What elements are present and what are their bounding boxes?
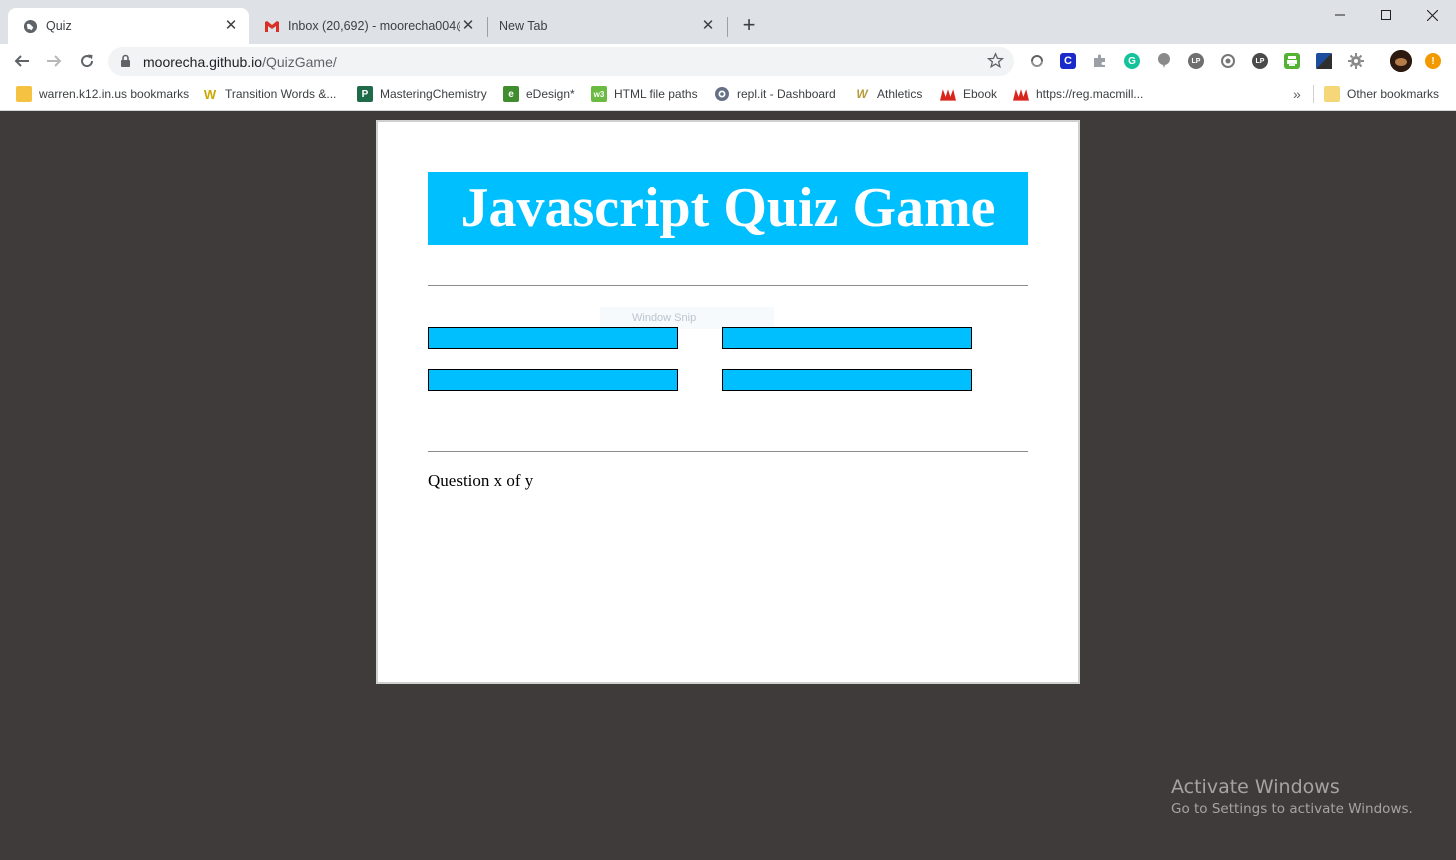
bookmark-item[interactable]: W Athletics bbox=[854, 85, 922, 103]
forward-button[interactable] bbox=[41, 48, 67, 74]
tab-quiz[interactable]: Quiz ✕ bbox=[8, 8, 249, 44]
quiz-container: Javascript Quiz Game Window Snip Questio… bbox=[376, 120, 1080, 684]
tab-strip: Quiz ✕ Inbox (20,692) - moorecha004@v ✕ … bbox=[0, 0, 1456, 44]
tab-new[interactable]: New Tab ✕ bbox=[488, 8, 726, 44]
bookmark-label: Ebook bbox=[963, 87, 998, 101]
avatar-icon[interactable] bbox=[1390, 50, 1412, 72]
replit-icon bbox=[714, 86, 730, 102]
bookmark-label: Other bookmarks bbox=[1347, 87, 1440, 101]
bookmark-label: MasteringChemistry bbox=[380, 87, 487, 101]
bookmark-item[interactable]: W Transition Words &... bbox=[202, 85, 336, 103]
bookmark-label: HTML file paths bbox=[614, 87, 698, 101]
url-path: /QuizGame/ bbox=[262, 54, 337, 70]
new-tab-button[interactable]: + bbox=[738, 14, 760, 36]
grammarly-icon[interactable]: G bbox=[1124, 53, 1140, 69]
athletics-icon: W bbox=[854, 86, 870, 102]
watermark-subtitle: Go to Settings to activate Windows. bbox=[1171, 801, 1413, 817]
update-icon[interactable]: ! bbox=[1425, 53, 1441, 69]
w3-icon: w3 bbox=[591, 86, 607, 102]
bookmark-star-icon[interactable] bbox=[986, 52, 1005, 74]
activate-windows-watermark: Activate Windows Go to Settings to activ… bbox=[1171, 776, 1413, 817]
bookmark-label: Transition Words &... bbox=[225, 87, 337, 101]
watermark-title: Activate Windows bbox=[1171, 776, 1340, 798]
tab-title: Inbox (20,692) - moorecha004@v bbox=[288, 19, 460, 33]
bookmark-label: eDesign* bbox=[526, 87, 575, 101]
close-window-button[interactable] bbox=[1409, 0, 1455, 30]
close-tab-icon[interactable]: ✕ bbox=[223, 18, 239, 34]
macmillan-icon bbox=[1013, 86, 1029, 102]
answer-button-2[interactable] bbox=[722, 327, 972, 349]
folder-icon bbox=[1324, 86, 1340, 102]
close-tab-icon[interactable]: ✕ bbox=[460, 18, 476, 34]
bookmarks-bar: warren.k12.in.us bookmarks W Transition … bbox=[0, 78, 1456, 111]
bookmark-item[interactable]: e eDesign* bbox=[503, 85, 575, 103]
minimize-button[interactable] bbox=[1317, 0, 1363, 30]
window-snip-overlay: Window Snip bbox=[600, 307, 774, 329]
balloon-icon[interactable] bbox=[1156, 53, 1172, 69]
close-tab-icon[interactable]: ✕ bbox=[700, 18, 716, 34]
bookmark-item[interactable]: P MasteringChemistry bbox=[357, 85, 487, 103]
quiz-title: Javascript Quiz Game bbox=[428, 172, 1028, 245]
divider bbox=[428, 285, 1028, 286]
page-viewport: Javascript Quiz Game Window Snip Questio… bbox=[0, 112, 1456, 860]
tab-title: Quiz bbox=[46, 19, 72, 33]
printer-icon[interactable] bbox=[1284, 53, 1300, 69]
w-icon: W bbox=[202, 86, 218, 102]
p-icon: P bbox=[357, 86, 373, 102]
answer-button-1[interactable] bbox=[428, 327, 678, 349]
bookmark-label: Athletics bbox=[877, 87, 923, 101]
tab-divider bbox=[727, 17, 728, 37]
macmillan-icon bbox=[940, 86, 956, 102]
lp-icon[interactable]: LP bbox=[1188, 53, 1204, 69]
address-bar[interactable]: moorecha.github.io/QuizGame/ bbox=[108, 47, 1014, 76]
gear-icon[interactable] bbox=[1348, 53, 1364, 69]
url-host: moorecha.github.io bbox=[143, 54, 263, 70]
bookmark-item[interactable]: repl.it - Dashboard bbox=[714, 85, 836, 103]
globe-icon bbox=[22, 18, 38, 34]
flag-icon[interactable] bbox=[1316, 53, 1332, 69]
sync-icon[interactable] bbox=[1029, 53, 1045, 69]
lp-dark-icon[interactable]: LP bbox=[1252, 53, 1268, 69]
tab-inbox[interactable]: Inbox (20,692) - moorecha004@v ✕ bbox=[250, 8, 486, 44]
bookmark-label: warren.k12.in.us bookmarks bbox=[39, 87, 190, 101]
bookmark-item[interactable]: Ebook bbox=[940, 85, 997, 103]
answer-button-4[interactable] bbox=[722, 369, 972, 391]
back-button[interactable] bbox=[9, 48, 35, 74]
lock-icon bbox=[120, 54, 131, 73]
answer-button-3[interactable] bbox=[428, 369, 678, 391]
bookmarks-overflow-button[interactable]: » bbox=[1293, 85, 1301, 103]
tab-title: New Tab bbox=[499, 19, 548, 33]
maximize-button[interactable] bbox=[1363, 0, 1409, 30]
bookmark-divider bbox=[1313, 85, 1314, 103]
browser-toolbar: moorecha.github.io/QuizGame/ C G LP LP ! bbox=[0, 44, 1456, 78]
bookmark-item[interactable]: w3 HTML file paths bbox=[591, 85, 698, 103]
bookmark-item[interactable]: https://reg.macmill... bbox=[1013, 85, 1143, 103]
bookmark-label: repl.it - Dashboard bbox=[737, 87, 836, 101]
question-progress: Question x of y bbox=[428, 471, 534, 490]
puzzle-icon[interactable] bbox=[1092, 53, 1108, 69]
gmail-icon bbox=[264, 18, 280, 34]
divider bbox=[428, 451, 1028, 452]
c-extension-icon[interactable]: C bbox=[1060, 53, 1076, 69]
url-text: moorecha.github.io/QuizGame/ bbox=[143, 54, 337, 70]
e-icon: e bbox=[503, 86, 519, 102]
folder-icon bbox=[16, 86, 32, 102]
bookmark-item[interactable]: warren.k12.in.us bookmarks bbox=[16, 85, 189, 103]
reload-button[interactable] bbox=[74, 48, 100, 74]
bookmark-label: https://reg.macmill... bbox=[1036, 87, 1144, 101]
other-bookmarks[interactable]: Other bookmarks bbox=[1324, 85, 1439, 103]
circle-c-icon[interactable] bbox=[1220, 53, 1236, 69]
